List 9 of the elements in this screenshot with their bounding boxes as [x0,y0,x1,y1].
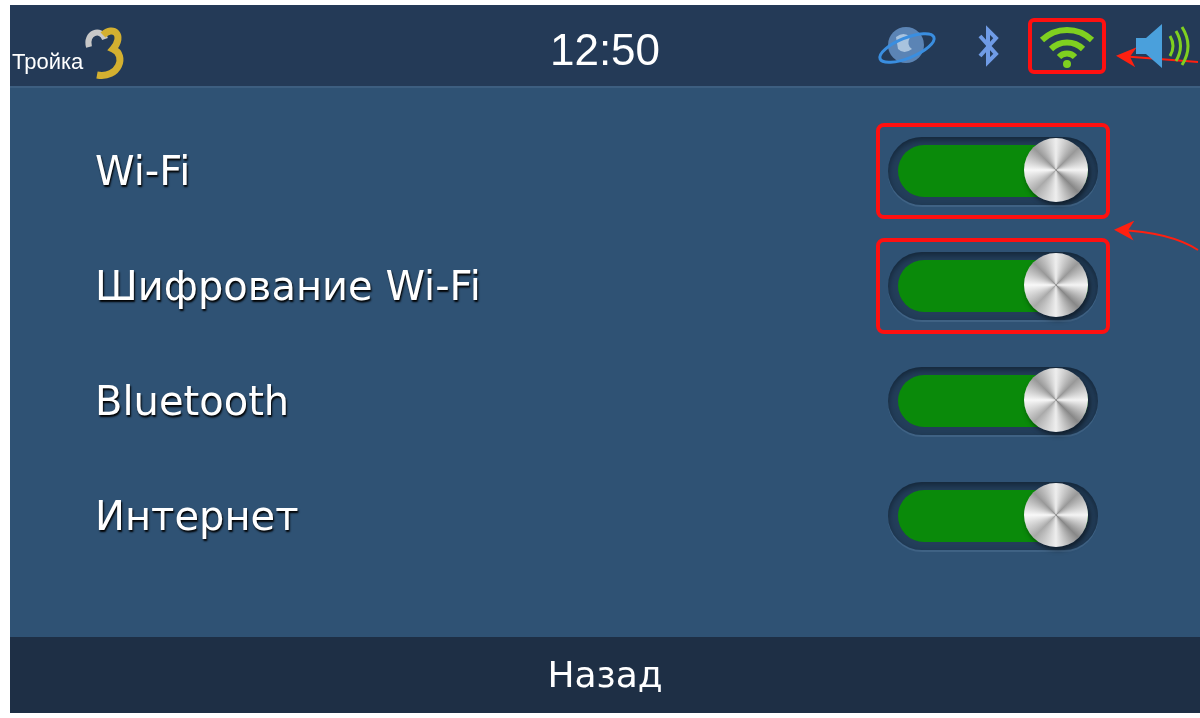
setting-label: Шифрование Wi-Fi [95,261,481,311]
logo-text: Тройка [12,50,84,73]
back-button[interactable]: Назад [537,648,673,702]
setting-label: Bluetooth [95,376,290,426]
bluetooth-icon[interactable] [976,23,1000,68]
logo-icon [83,24,126,81]
setting-label: Wi-Fi [95,146,191,196]
clock-time: 12:50 [549,25,661,74]
setting-label: Интернет [95,491,299,541]
